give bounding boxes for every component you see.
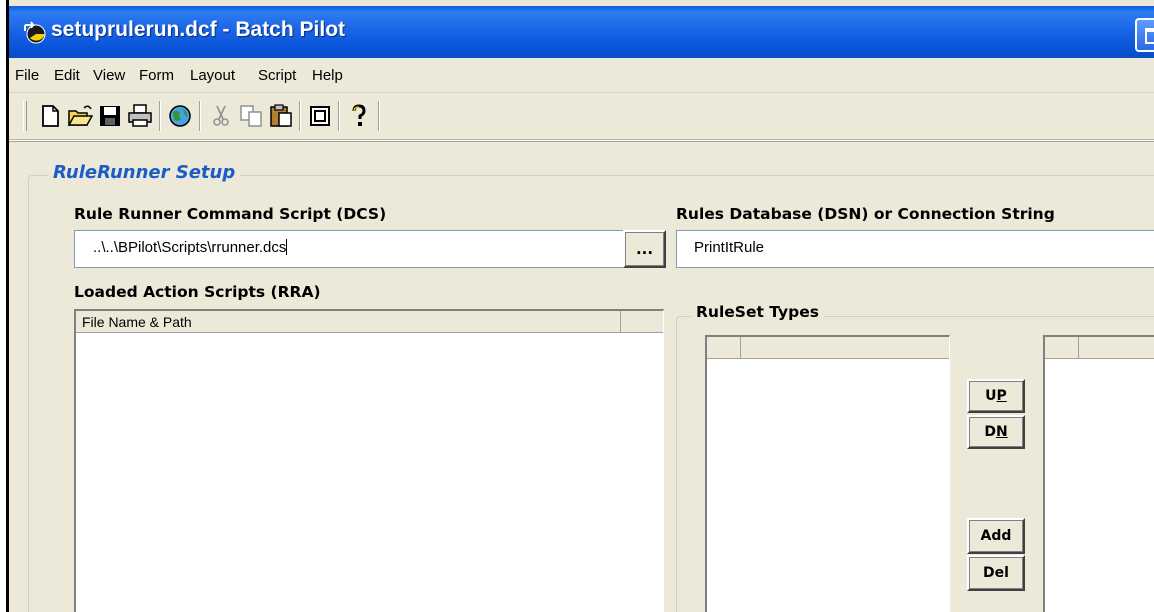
menu-help[interactable]: Help (312, 67, 343, 84)
app-window: setuprulerun.dcf - Batch Pilot File Edit… (0, 0, 1154, 612)
ruleset-left-list[interactable] (705, 335, 950, 612)
up-button-mnemonic: P (996, 388, 1007, 404)
maximize-button[interactable] (1135, 18, 1154, 52)
rules-db-label: Rules Database (DSN) or Connection Strin… (676, 205, 1055, 223)
menu-script[interactable]: Script (258, 67, 296, 84)
print-icon[interactable] (127, 103, 153, 129)
loaded-scripts-list[interactable]: File Name & Path (74, 309, 664, 612)
ruleset-left-header-col2[interactable] (741, 337, 949, 359)
dn-button-prefix: D (984, 424, 996, 440)
ruleset-right-header-col1[interactable] (1045, 337, 1079, 359)
ruleset-types-title: RuleSet Types (691, 303, 824, 321)
delete-button[interactable]: Del (967, 555, 1025, 591)
dn-button-mnemonic: N (995, 424, 1008, 440)
cut-icon[interactable] (208, 103, 234, 129)
menu-file[interactable]: File (15, 67, 39, 84)
form-content: RuleRunner Setup Rule Runner Command Scr… (9, 140, 1154, 612)
menu-view[interactable]: View (93, 67, 125, 84)
column-header-file-name[interactable]: File Name & Path (76, 311, 621, 333)
ruleset-right-header-col2[interactable] (1079, 337, 1154, 359)
maximize-icon (1145, 28, 1154, 44)
help-icon[interactable] (346, 103, 372, 129)
window-left-frame (0, 0, 9, 612)
rules-db-input[interactable]: PrintItRule (676, 230, 1154, 268)
command-script-label: Rule Runner Command Script (DCS) (74, 205, 387, 223)
toolbar-separator (159, 101, 161, 131)
rules-db-value: PrintItRule (694, 239, 765, 256)
toolbar-separator (199, 101, 201, 131)
move-down-button[interactable]: DN (967, 415, 1025, 449)
open-folder-icon[interactable] (67, 103, 94, 129)
save-icon[interactable] (97, 103, 123, 129)
column-header-blank[interactable] (621, 311, 663, 333)
menu-bar: File Edit View Form Layout Script Help (9, 58, 1154, 93)
toolbar (9, 93, 1154, 140)
ruleset-right-list[interactable] (1043, 335, 1154, 612)
new-document-icon[interactable] (37, 103, 63, 129)
loaded-scripts-label: Loaded Action Scripts (RRA) (74, 283, 321, 301)
copy-icon[interactable] (238, 103, 264, 129)
add-button[interactable]: Add (967, 518, 1025, 554)
browse-button[interactable]: ... (623, 230, 666, 268)
rulerunner-setup-title: RuleRunner Setup (48, 162, 241, 183)
menu-layout[interactable]: Layout (190, 67, 235, 84)
move-up-button[interactable]: UP (967, 379, 1025, 413)
menu-edit[interactable]: Edit (54, 67, 80, 84)
window-icon[interactable] (307, 103, 333, 129)
command-script-value: ..\..\BPilot\Scripts\rrunner.dcs (93, 239, 287, 256)
batch-pilot-app-icon (24, 21, 46, 44)
toolbar-separator (299, 101, 301, 131)
title-bar[interactable]: setuprulerun.dcf - Batch Pilot (9, 6, 1154, 58)
toolbar-separator (338, 101, 340, 131)
command-script-input[interactable]: ..\..\BPilot\Scripts\rrunner.dcs (74, 230, 625, 268)
toolbar-separator (378, 101, 380, 131)
ruleset-left-header-col1[interactable] (707, 337, 741, 359)
paste-icon[interactable] (268, 103, 294, 129)
menu-form[interactable]: Form (139, 67, 174, 84)
globe-icon[interactable] (167, 103, 193, 129)
up-button-prefix: U (985, 388, 997, 404)
window-title: setuprulerun.dcf - Batch Pilot (51, 18, 346, 41)
toolbar-grip[interactable] (23, 101, 27, 131)
